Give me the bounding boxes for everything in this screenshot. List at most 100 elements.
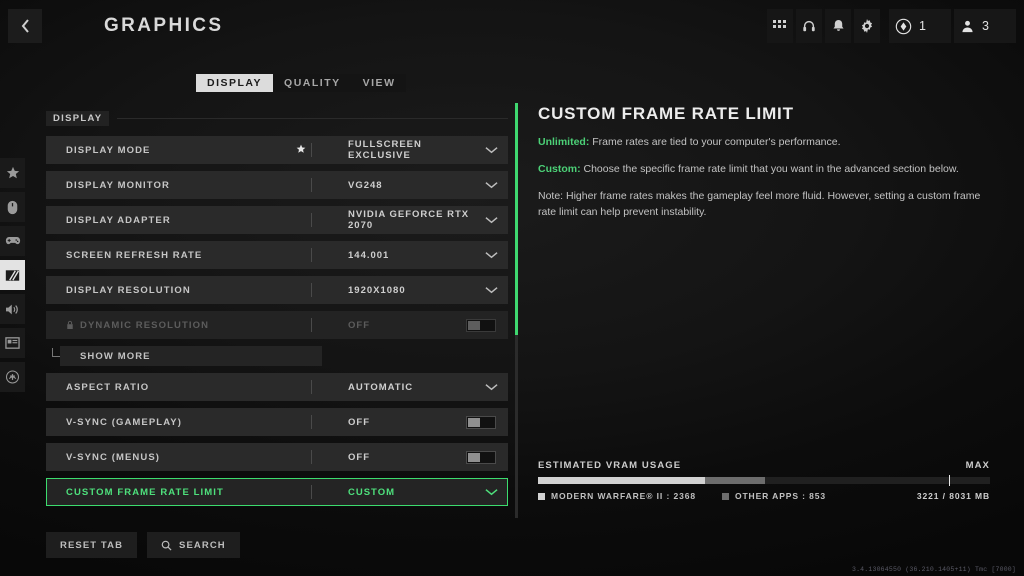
tab-display[interactable]: DISPLAY [196,74,274,92]
setting-row-display-monitor[interactable]: DISPLAY MONITOR VG248 [46,171,508,199]
toggle-switch[interactable] [466,415,496,429]
row-divider [311,143,312,157]
detail-paragraph-note: Note: Higher frame rates makes the gamep… [538,190,981,218]
reset-tab-label: RESET TAB [60,539,124,551]
toggle-knob [468,452,480,462]
accessibility-signal-icon [6,370,19,384]
speaker-icon [6,304,18,314]
legend-text-game: MODERN WARFARE® II : 2368 [551,491,696,501]
detail-key-unlimited: Unlimited: [538,136,590,148]
legend-swatch-other [721,492,729,500]
rail-item-interface[interactable] [0,328,25,358]
rail-item-accessibility[interactable] [0,362,25,392]
vram-legend: MODERN WARFARE® II : 2368 OTHER APPS : 8… [538,491,990,501]
chevron-down-icon[interactable] [474,216,508,224]
bottom-action-bar: RESET TAB SEARCH [46,532,240,558]
currency-token-icon [895,18,912,34]
graphics-display-icon [5,269,20,281]
setting-label: V-SYNC (MENUS) [66,451,161,463]
party-chip[interactable]: 3 [954,9,1016,43]
settings-scrollbar-thumb[interactable] [515,103,518,335]
setting-row-show-more[interactable]: SHOW MORE [52,346,322,366]
controller-icon [5,236,20,244]
settings-button[interactable] [854,9,880,43]
toggle-switch[interactable] [466,450,496,464]
favorite-star-icon[interactable] [296,141,306,159]
vram-label: ESTIMATED VRAM USAGE [538,460,682,471]
rail-item-graphics[interactable] [0,260,25,290]
row-divider [311,178,312,192]
setting-label: SHOW MORE [80,350,151,362]
back-button[interactable] [8,9,42,43]
row-divider [311,450,312,464]
setting-row-screen-refresh-rate[interactable]: SCREEN REFRESH RATE 144.001 [46,241,508,269]
headset-button[interactable] [796,9,822,43]
category-rail [0,158,25,392]
chevron-down-icon[interactable] [474,146,508,154]
vram-legend-game: MODERN WARFARE® II : 2368 [538,491,696,501]
toggle-switch [466,318,496,332]
hud-panel-icon [5,337,20,349]
setting-label: ASPECT RATIO [66,381,150,393]
vram-max-marker [949,475,950,486]
currency-chip[interactable]: 1 [889,9,951,43]
vram-segment-other [705,477,765,484]
grid-apps-icon [773,20,786,28]
chevron-down-icon[interactable] [474,488,508,496]
rail-item-mouse-keyboard[interactable] [0,192,25,222]
settings-tabs: DISPLAY QUALITY VIEW [196,74,407,92]
chevron-down-icon[interactable] [474,181,508,189]
setting-row-display-mode[interactable]: DISPLAY MODE FULLSCREEN EXCLUSIVE [46,136,508,164]
setting-value: CUSTOM [348,486,395,498]
setting-row-vsync-menus[interactable]: V-SYNC (MENUS) OFF [46,443,508,471]
vram-total: 3221 / 8031 MB [916,491,990,501]
page-title: GRAPHICS [104,15,224,36]
star-icon [6,166,19,179]
tree-elbow [52,348,60,357]
setting-row-display-adapter[interactable]: DISPLAY ADAPTER NVIDIA GEFORCE RTX 2070 [46,206,508,234]
setting-value: VG248 [348,179,383,191]
gear-settings-icon [861,19,873,33]
setting-value: 1920X1080 [348,284,406,296]
setting-value: FULLSCREEN EXCLUSIVE [348,139,422,161]
row-divider [311,318,312,332]
row-divider [311,248,312,262]
detail-title: CUSTOM FRAME RATE LIMIT [538,104,794,123]
setting-row-custom-frame-rate-limit[interactable]: CUSTOM FRAME RATE LIMIT CUSTOM [46,478,508,506]
setting-row-vsync-gameplay[interactable]: V-SYNC (GAMEPLAY) OFF [46,408,508,436]
detail-panel: CUSTOM FRAME RATE LIMIT Unlimited: Frame… [538,104,990,232]
reset-tab-button[interactable]: RESET TAB [46,532,138,558]
setting-label: V-SYNC (GAMEPLAY) [66,416,183,428]
vram-max-label: MAX [965,460,990,471]
vram-usage-panel: ESTIMATED VRAM USAGE MAX MODERN WARFARE®… [538,460,990,501]
setting-row-display-resolution[interactable]: DISPLAY RESOLUTION 1920X1080 [46,276,508,304]
grid-apps-button[interactable] [767,9,793,43]
setting-row-aspect-ratio[interactable]: ASPECT RATIO AUTOMATIC [46,373,508,401]
top-bar: GRAPHICS 1 3 [0,0,1024,52]
settings-scrollbar-track[interactable] [515,103,518,518]
search-label: SEARCH [179,539,226,551]
row-divider [311,380,312,394]
top-right-cluster: 1 3 [767,9,1016,43]
chevron-down-icon[interactable] [474,251,508,259]
chevron-down-icon[interactable] [474,383,508,391]
tab-view[interactable]: VIEW [352,74,407,92]
setting-label: SCREEN REFRESH RATE [66,249,203,261]
detail-key-custom: Custom: [538,163,581,176]
party-count: 3 [982,19,990,33]
detail-paragraph-custom: Custom: Choose the specific frame rate l… [538,162,990,177]
setting-value: 144.001 [348,249,390,261]
rail-item-favorites[interactable] [0,158,25,188]
headset-icon [803,20,815,32]
tab-quality[interactable]: QUALITY [273,74,352,92]
chevron-down-icon[interactable] [474,286,508,294]
rail-item-controller[interactable] [0,226,25,256]
search-button[interactable]: SEARCH [147,532,240,558]
setting-value: AUTOMATIC [348,381,414,393]
chevron-left-icon [21,19,29,33]
vram-legend-other: OTHER APPS : 853 [721,491,826,501]
setting-label: DYNAMIC RESOLUTION [46,320,298,331]
rail-item-audio[interactable] [0,294,25,324]
setting-value: OFF [348,319,370,331]
notifications-button[interactable] [825,9,851,43]
